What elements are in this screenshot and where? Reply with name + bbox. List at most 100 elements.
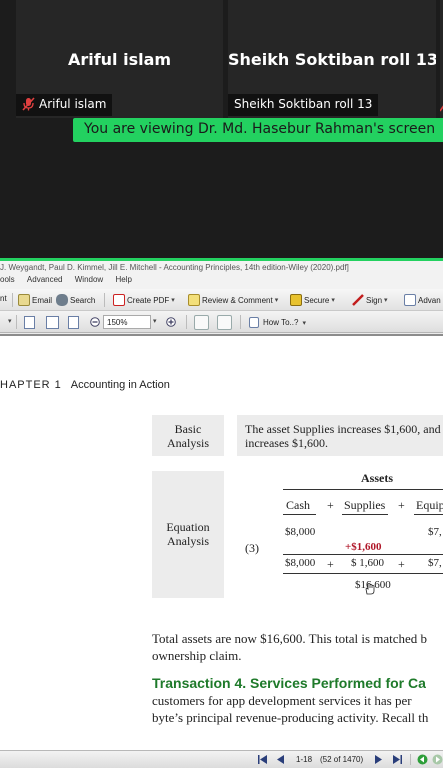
chevron-down-icon: ▾ bbox=[302, 319, 306, 327]
view-toolbar: ▾ 150% ▾ How To..? ▾ bbox=[0, 311, 443, 333]
rotate-icon[interactable] bbox=[194, 315, 209, 330]
how-to-label: How To..? bbox=[263, 318, 299, 327]
search-button[interactable]: Search bbox=[56, 294, 95, 306]
basic-analysis-text-box: The asset Supplies increases $1,600, and… bbox=[237, 415, 443, 456]
sign-button[interactable]: Sign ▾ bbox=[352, 294, 388, 306]
paragraph-line: byte’s principal revenue-producing activ… bbox=[152, 710, 429, 725]
participant-label: Ariful islam bbox=[16, 94, 113, 116]
prior-cash: $8,000 bbox=[285, 526, 316, 538]
chevron-down-icon[interactable]: ▾ bbox=[8, 317, 12, 325]
last-page-icon[interactable] bbox=[392, 755, 402, 764]
how-to-button[interactable]: How To..? ▾ bbox=[249, 315, 306, 330]
participant-tile-ariful[interactable]: Ariful islam Ariful islam bbox=[16, 0, 223, 118]
prior-equipment: $7, bbox=[428, 526, 442, 538]
create-pdf-button[interactable]: Create PDF ▾ bbox=[113, 294, 175, 306]
equation-analysis-label: Equation Analysis bbox=[152, 520, 224, 548]
participant-tile-sheikh[interactable]: Sheikh Soktiban roll 13 Sheikh Soktiban … bbox=[228, 0, 436, 118]
advanced-button[interactable]: Advan bbox=[404, 294, 441, 306]
new-cash: $8,000 bbox=[285, 557, 316, 569]
chapter-header: HAPTER 1 Accounting in Action bbox=[0, 379, 170, 391]
select-icon bbox=[404, 294, 416, 306]
go-forward-icon[interactable] bbox=[432, 754, 443, 765]
column-cash: Cash bbox=[286, 498, 310, 512]
new-plus: + bbox=[398, 557, 405, 571]
comment-icon bbox=[188, 294, 200, 306]
chevron-down-icon[interactable]: ▾ bbox=[153, 317, 157, 325]
paragraph-line: Total assets are now $16,600. This total… bbox=[152, 631, 428, 646]
page-count: (52 of 1470) bbox=[320, 755, 364, 764]
new-plus: + bbox=[327, 557, 334, 571]
toolbar-divider bbox=[410, 754, 411, 765]
column-equipment: Equip bbox=[416, 498, 443, 512]
basic-analysis-label-line: Analysis bbox=[167, 436, 209, 450]
help-icon bbox=[249, 317, 259, 328]
secure-button[interactable]: Secure ▾ bbox=[290, 294, 335, 306]
basic-analysis-text-line: The asset Supplies increases $1,600, and bbox=[245, 422, 441, 436]
review-comment-button[interactable]: Review & Comment ▾ bbox=[188, 294, 278, 306]
transaction-heading: Transaction 4. Services Performed for Ca bbox=[152, 675, 426, 691]
video-call-area: Ariful islam Ariful islam Sheikh Soktiba… bbox=[0, 0, 443, 258]
participant-label-text: Ariful islam bbox=[39, 97, 107, 111]
search-label: Search bbox=[70, 295, 96, 305]
sign-label: Sign bbox=[366, 295, 383, 305]
new-equipment: $7, bbox=[428, 557, 442, 569]
status-bar: 1-18 (52 of 1470) bbox=[0, 750, 443, 768]
previous-page-icon[interactable] bbox=[277, 755, 285, 764]
menu-tools[interactable]: ools bbox=[0, 275, 15, 284]
menu-bar: ools Advanced Window Help bbox=[0, 275, 443, 289]
paragraph-line: ownership claim. bbox=[152, 648, 242, 663]
fit-page-icon[interactable] bbox=[68, 316, 79, 329]
new-supplies: $ 1,600 bbox=[351, 557, 384, 569]
pdf-viewer-window: J. Weygandt, Paul D. Kimmel, Jill E. Mit… bbox=[0, 261, 443, 768]
basic-analysis-label: Basic Analysis bbox=[152, 422, 224, 450]
document-page[interactable]: HAPTER 1 Accounting in Action Basic Analy… bbox=[0, 334, 443, 750]
create-pdf-label: Create PDF bbox=[127, 295, 170, 305]
main-toolbar: nt Email Search Create PDF ▾ Review & Co… bbox=[0, 289, 443, 311]
menu-window[interactable]: Window bbox=[75, 275, 103, 284]
advanced-label: Advan bbox=[418, 295, 441, 305]
email-label: Email bbox=[32, 295, 53, 305]
go-back-icon[interactable] bbox=[417, 754, 428, 765]
zoom-input[interactable]: 150% bbox=[103, 315, 151, 329]
print-button[interactable]: nt bbox=[0, 294, 7, 303]
zoom-out-icon[interactable] bbox=[90, 317, 100, 327]
basic-analysis-label-line: Basic bbox=[174, 422, 202, 436]
snapshot-icon[interactable] bbox=[217, 315, 232, 330]
hand-cursor-icon bbox=[365, 583, 375, 595]
next-page-icon[interactable] bbox=[374, 755, 382, 764]
toolbar-divider bbox=[240, 315, 241, 329]
zoom-in-icon[interactable] bbox=[166, 317, 176, 327]
participant-label-text: Sheikh Soktiban roll 13 bbox=[234, 97, 373, 111]
toolbar-divider bbox=[186, 315, 187, 329]
column-plus: + bbox=[398, 498, 405, 512]
toolbar-divider bbox=[12, 293, 13, 307]
page-number[interactable]: 1-18 bbox=[296, 755, 312, 764]
participant-name: Ariful islam bbox=[67, 50, 172, 69]
column-rule bbox=[414, 514, 443, 515]
email-icon bbox=[18, 294, 30, 306]
equation-analysis-label-line: Analysis bbox=[167, 534, 209, 548]
participant-label: Sheikh Soktiban roll 13 bbox=[228, 94, 379, 116]
lock-icon bbox=[290, 294, 302, 306]
chapter-number: HAPTER 1 bbox=[0, 379, 62, 391]
single-page-icon[interactable] bbox=[24, 316, 35, 329]
menu-help[interactable]: Help bbox=[115, 275, 131, 284]
equation-analysis-label-line: Equation bbox=[166, 520, 210, 534]
pen-icon bbox=[352, 294, 364, 306]
total-rule bbox=[283, 573, 443, 574]
email-button[interactable]: Email bbox=[18, 294, 52, 306]
assets-rule bbox=[283, 489, 443, 490]
row-marker: (3) bbox=[245, 541, 259, 555]
first-page-icon[interactable] bbox=[258, 755, 268, 764]
fit-width-icon[interactable] bbox=[46, 316, 59, 329]
chevron-down-icon: ▾ bbox=[274, 297, 279, 304]
screen-share-banner: You are viewing Dr. Md. Hasebur Rahman's… bbox=[73, 118, 443, 142]
paragraph-line: customers for app development services i… bbox=[152, 693, 412, 708]
create-pdf-icon bbox=[113, 294, 125, 306]
search-icon bbox=[56, 294, 68, 306]
menu-advanced[interactable]: Advanced bbox=[27, 275, 63, 284]
column-plus: + bbox=[327, 498, 334, 512]
print-label: nt bbox=[0, 294, 7, 303]
column-rule bbox=[342, 514, 388, 515]
toolbar-divider bbox=[16, 315, 17, 329]
